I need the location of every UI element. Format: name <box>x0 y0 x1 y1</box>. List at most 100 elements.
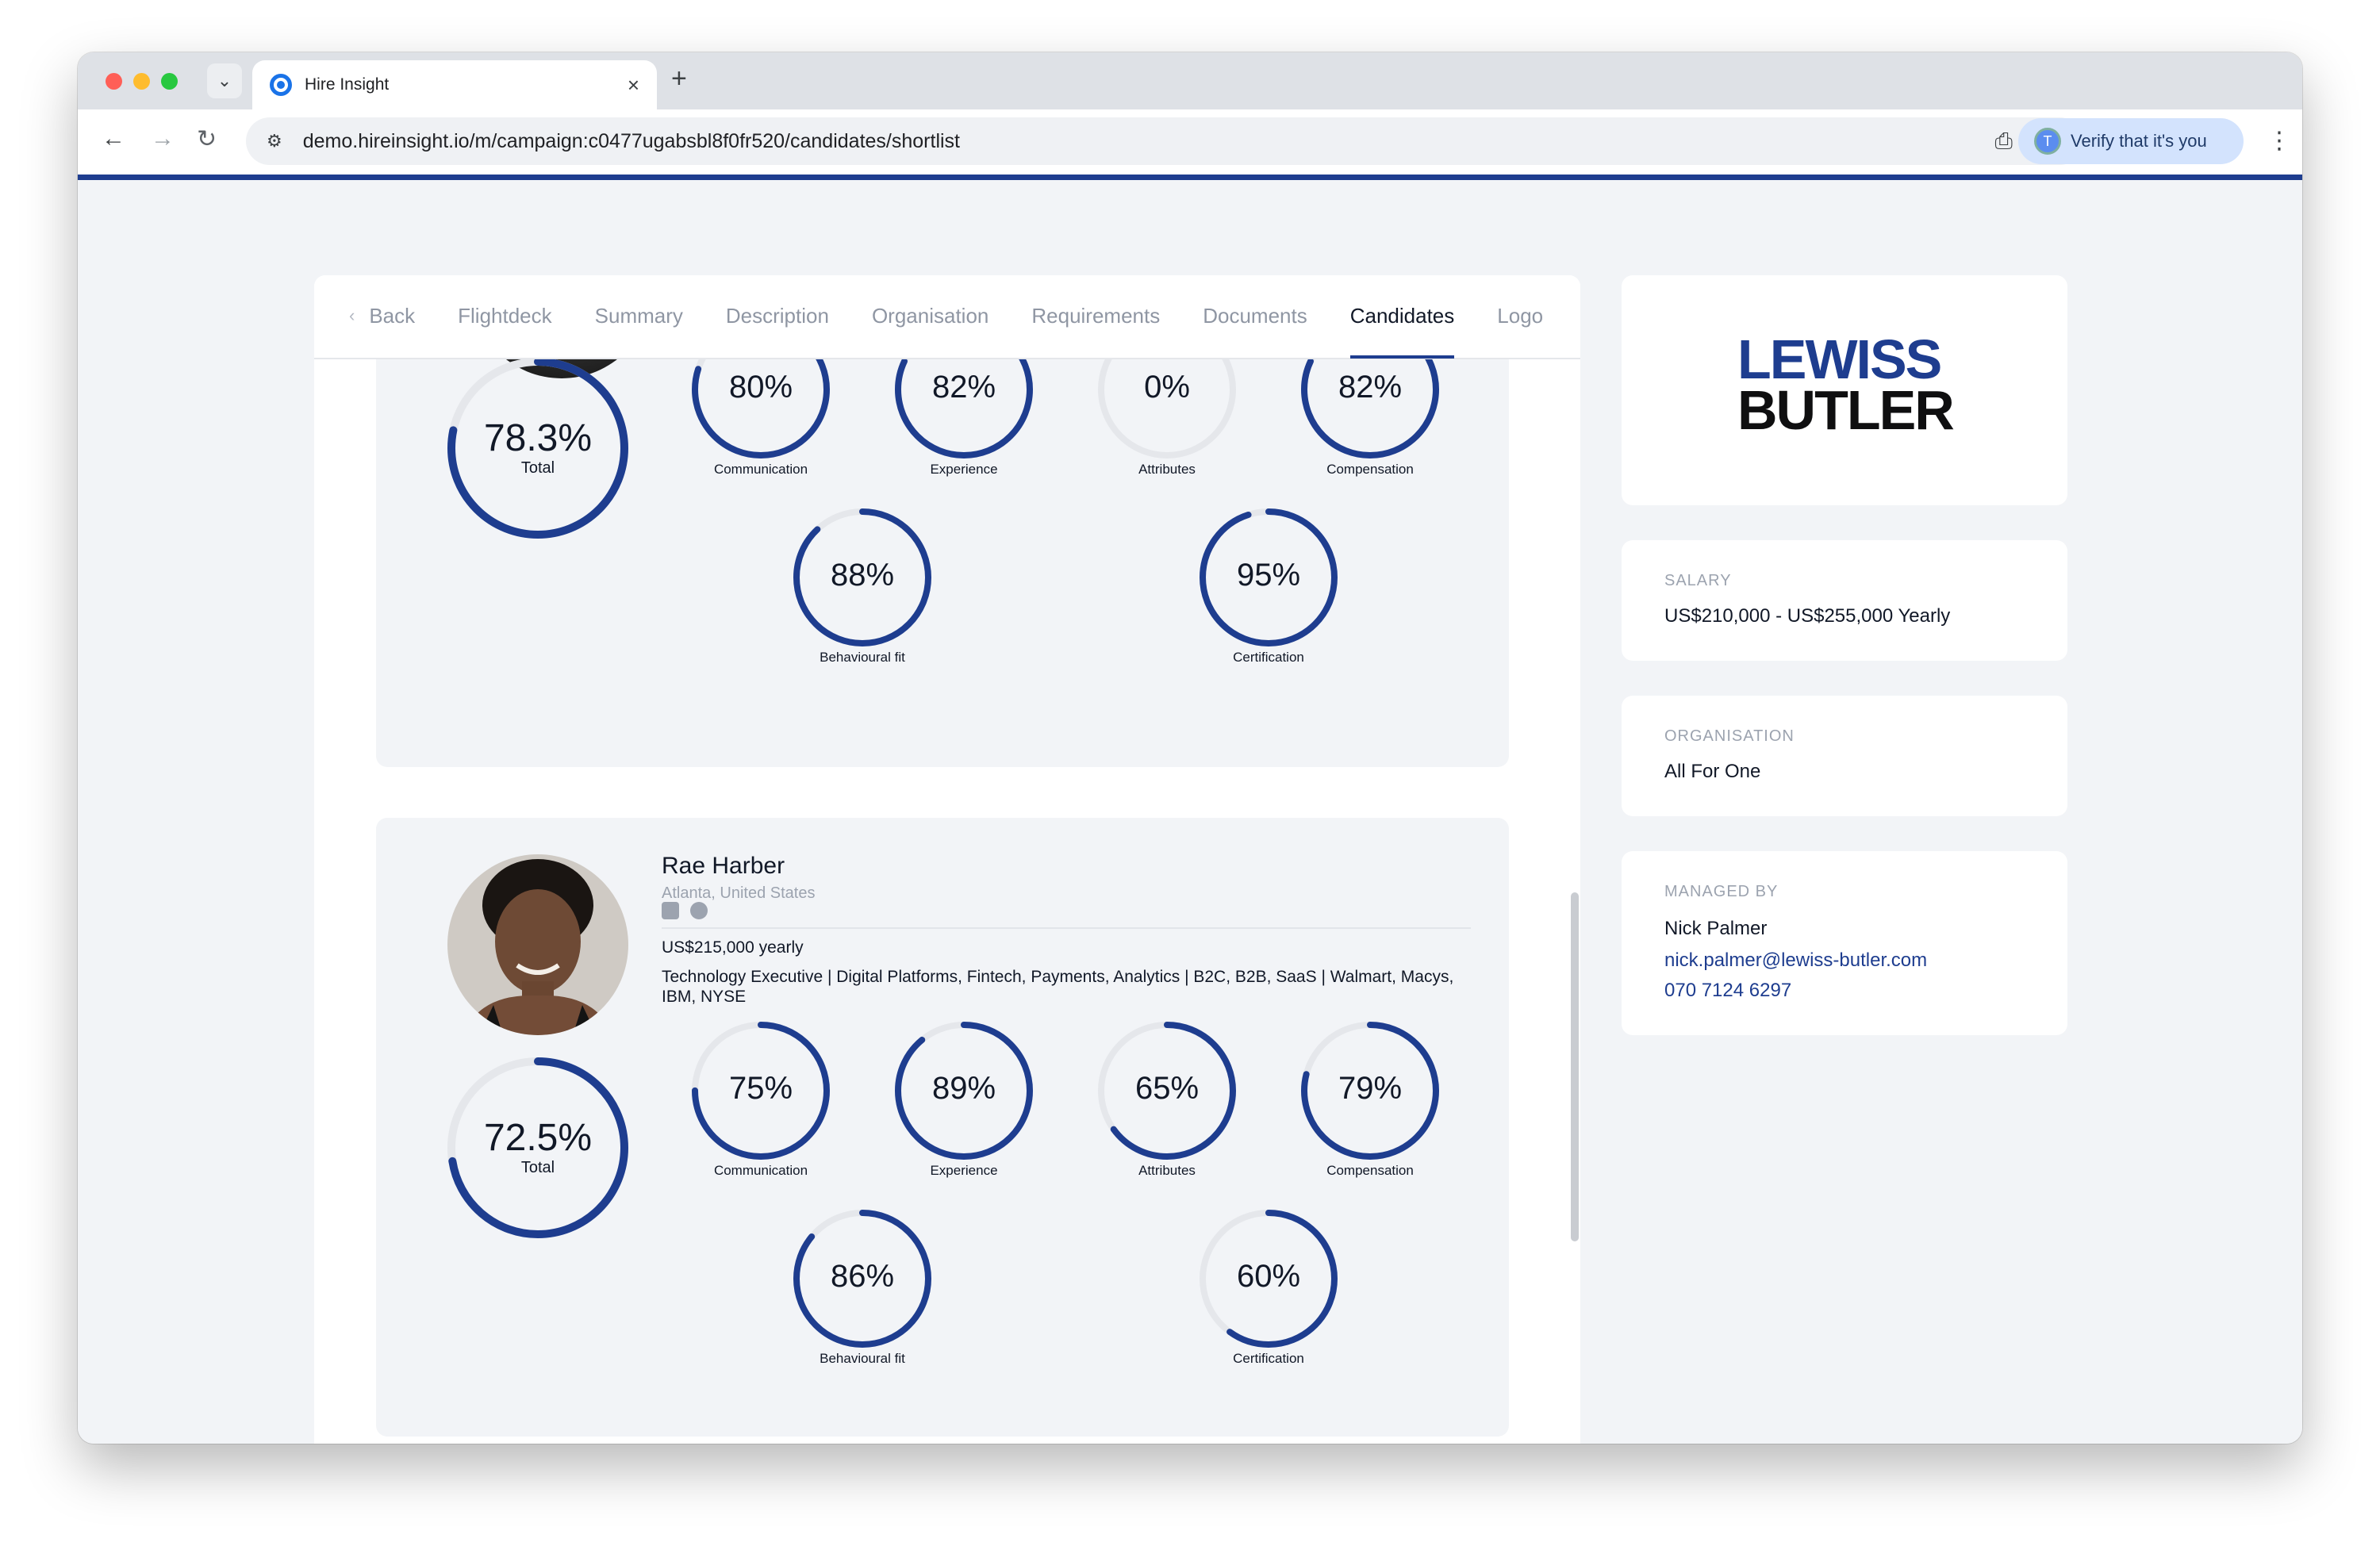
chevron-left-icon: ‹ <box>349 305 355 325</box>
tab-flightdeck[interactable]: Flightdeck <box>458 275 552 358</box>
minimize-window-button[interactable] <box>133 73 150 90</box>
score-label: Attributes <box>1138 1163 1196 1178</box>
browser-tab[interactable]: Hire Insight × <box>252 60 657 109</box>
behavioural-fit-score-ring: 88% Behavioural fit <box>793 508 931 665</box>
salary-label: SALARY <box>1664 572 1732 589</box>
score-value: 60% <box>1236 1259 1301 1295</box>
score-label: Attributes <box>1138 462 1196 477</box>
campaign-tabs: ‹ Back Flightdeck Summary Description Or… <box>314 275 1580 359</box>
browser-toolbar: ← → ↻ ⚙ demo.hireinsight.io/m/campaign:c… <box>78 109 2302 175</box>
certification-score-ring: 95% Certification <box>1200 508 1338 665</box>
score-label: Total <box>520 1159 555 1176</box>
score-value: 80% <box>728 370 793 405</box>
verify-label: Verify that it's you <box>2071 131 2207 151</box>
total-score-ring: 72.5% Total <box>447 1057 628 1238</box>
organisation-card: ORGANISATION All For One <box>1622 696 2067 816</box>
reload-icon[interactable]: ↻ <box>197 125 217 153</box>
candidate-card: 78.3% Total 80% Communication 82% Experience 0… <box>376 275 1509 767</box>
url-text[interactable]: demo.hireinsight.io/m/campaign:c0477ugab… <box>303 130 960 153</box>
score-value: 0% <box>1144 370 1190 405</box>
tab-logo[interactable]: Logo <box>1497 275 1543 358</box>
new-tab-button[interactable]: + <box>671 63 687 94</box>
tab-title: Hire Insight <box>305 75 390 94</box>
score-value: 95% <box>1236 558 1301 593</box>
tab-requirements[interactable]: Requirements <box>1031 275 1160 358</box>
managed-by-label: MANAGED BY <box>1664 883 1779 900</box>
score-value: 88% <box>830 558 895 593</box>
candidate-photo <box>447 854 628 1035</box>
install-app-icon[interactable]: ⎙ <box>1994 129 2012 155</box>
score-label: Experience <box>930 1163 998 1178</box>
linkedin-icon[interactable] <box>662 902 679 919</box>
favicon-icon <box>270 74 292 96</box>
score-label: Certification <box>1233 650 1304 665</box>
site-info-icon[interactable]: ⚙ <box>267 131 282 152</box>
maximize-window-button[interactable] <box>161 73 178 90</box>
candidate-card: Rae Harber Atlanta, United States US$215… <box>376 818 1509 1437</box>
experience-score-ring: 89% Experience <box>895 1022 1033 1178</box>
campaign-panel: 78.3% Total 80% Communication 82% Experience 0… <box>314 275 1580 1444</box>
candidate-name[interactable]: Rae Harber <box>662 853 785 880</box>
facebook-icon[interactable] <box>690 902 708 919</box>
score-value: 89% <box>931 1071 996 1107</box>
tab-summary[interactable]: Summary <box>595 275 683 358</box>
browser-menu-icon[interactable]: ⋮ <box>2267 127 2291 155</box>
tab-strip: ⌄ Hire Insight × + <box>78 52 2302 109</box>
organisation-label: ORGANISATION <box>1664 727 1795 745</box>
score-value: 82% <box>931 370 996 405</box>
forward-arrow-icon[interactable]: → <box>151 125 175 152</box>
back-arrow-icon[interactable]: ← <box>102 125 125 152</box>
attributes-score-ring: 65% Attributes <box>1098 1022 1236 1178</box>
score-label: Behavioural fit <box>820 1351 905 1366</box>
close-window-button[interactable] <box>106 73 122 90</box>
certification-score-ring: 60% Certification <box>1200 1210 1338 1366</box>
score-value: 86% <box>830 1259 895 1295</box>
candidate-location: Atlanta, United States <box>662 884 816 902</box>
score-value: 82% <box>1338 370 1403 405</box>
tab-back[interactable]: ‹ Back <box>349 275 415 358</box>
profile-avatar-icon: T <box>2034 128 2061 155</box>
managed-by-card: MANAGED BY Nick Palmer nick.palmer@lewis… <box>1622 851 2067 1035</box>
organisation-value: All For One <box>1664 761 1761 782</box>
candidate-salary: US$215,000 yearly <box>662 938 804 957</box>
behavioural-fit-score-ring: 86% Behavioural fit <box>793 1210 931 1366</box>
scrollbar[interactable] <box>1571 892 1579 1241</box>
score-label: Certification <box>1233 1351 1304 1366</box>
score-value: 72.5% <box>483 1117 593 1160</box>
tab-description[interactable]: Description <box>726 275 829 358</box>
salary-card: SALARY US$210,000 - US$255,000 Yearly <box>1622 540 2067 661</box>
page-content: 78.3% Total 80% Communication 82% Experience 0… <box>78 180 2302 1444</box>
company-logo-card: LEWISS BUTLER <box>1622 275 2067 505</box>
manager-email-link[interactable]: nick.palmer@lewiss-butler.com <box>1664 949 1927 972</box>
verify-identity-chip[interactable]: T Verify that it's you <box>2018 118 2244 164</box>
compensation-score-ring: 79% Compensation <box>1301 1022 1439 1178</box>
candidate-headline: Technology Executive | Digital Platforms… <box>662 968 1454 1006</box>
close-tab-icon[interactable]: × <box>628 73 639 98</box>
score-value: 79% <box>1338 1071 1403 1107</box>
score-label: Experience <box>930 462 998 477</box>
accent-strip <box>78 175 2302 180</box>
back-label: Back <box>369 303 416 328</box>
score-label: Total <box>520 459 555 477</box>
tab-candidates[interactable]: Candidates <box>1349 275 1454 359</box>
browser-window: ⌄ Hire Insight × + ← → ↻ ⚙ demo.hireinsi… <box>78 52 2302 1444</box>
address-bar[interactable]: ⚙ demo.hireinsight.io/m/campaign:c0477ug… <box>246 117 2083 165</box>
total-score-ring: 78.3% Total <box>447 358 628 539</box>
score-label: Communication <box>713 462 808 477</box>
divider <box>662 927 1471 929</box>
manager-phone-link[interactable]: 070 7124 6297 <box>1664 980 1791 1002</box>
score-value: 75% <box>728 1071 793 1107</box>
avatar <box>447 854 628 1035</box>
score-label: Communication <box>713 1163 808 1178</box>
score-label: Behavioural fit <box>820 650 905 665</box>
salary-value: US$210,000 - US$255,000 Yearly <box>1664 605 1951 627</box>
score-label: Compensation <box>1326 1163 1414 1178</box>
communication-score-ring: 75% Communication <box>692 1022 830 1178</box>
tab-organisation[interactable]: Organisation <box>872 275 988 358</box>
tab-search-button[interactable]: ⌄ <box>207 63 242 98</box>
score-value: 78.3% <box>483 417 593 460</box>
chevron-down-icon: ⌄ <box>217 71 232 90</box>
manager-name: Nick Palmer <box>1664 918 1768 939</box>
company-logo: LEWISS BUTLER <box>1737 328 1955 441</box>
tab-documents[interactable]: Documents <box>1203 275 1307 358</box>
